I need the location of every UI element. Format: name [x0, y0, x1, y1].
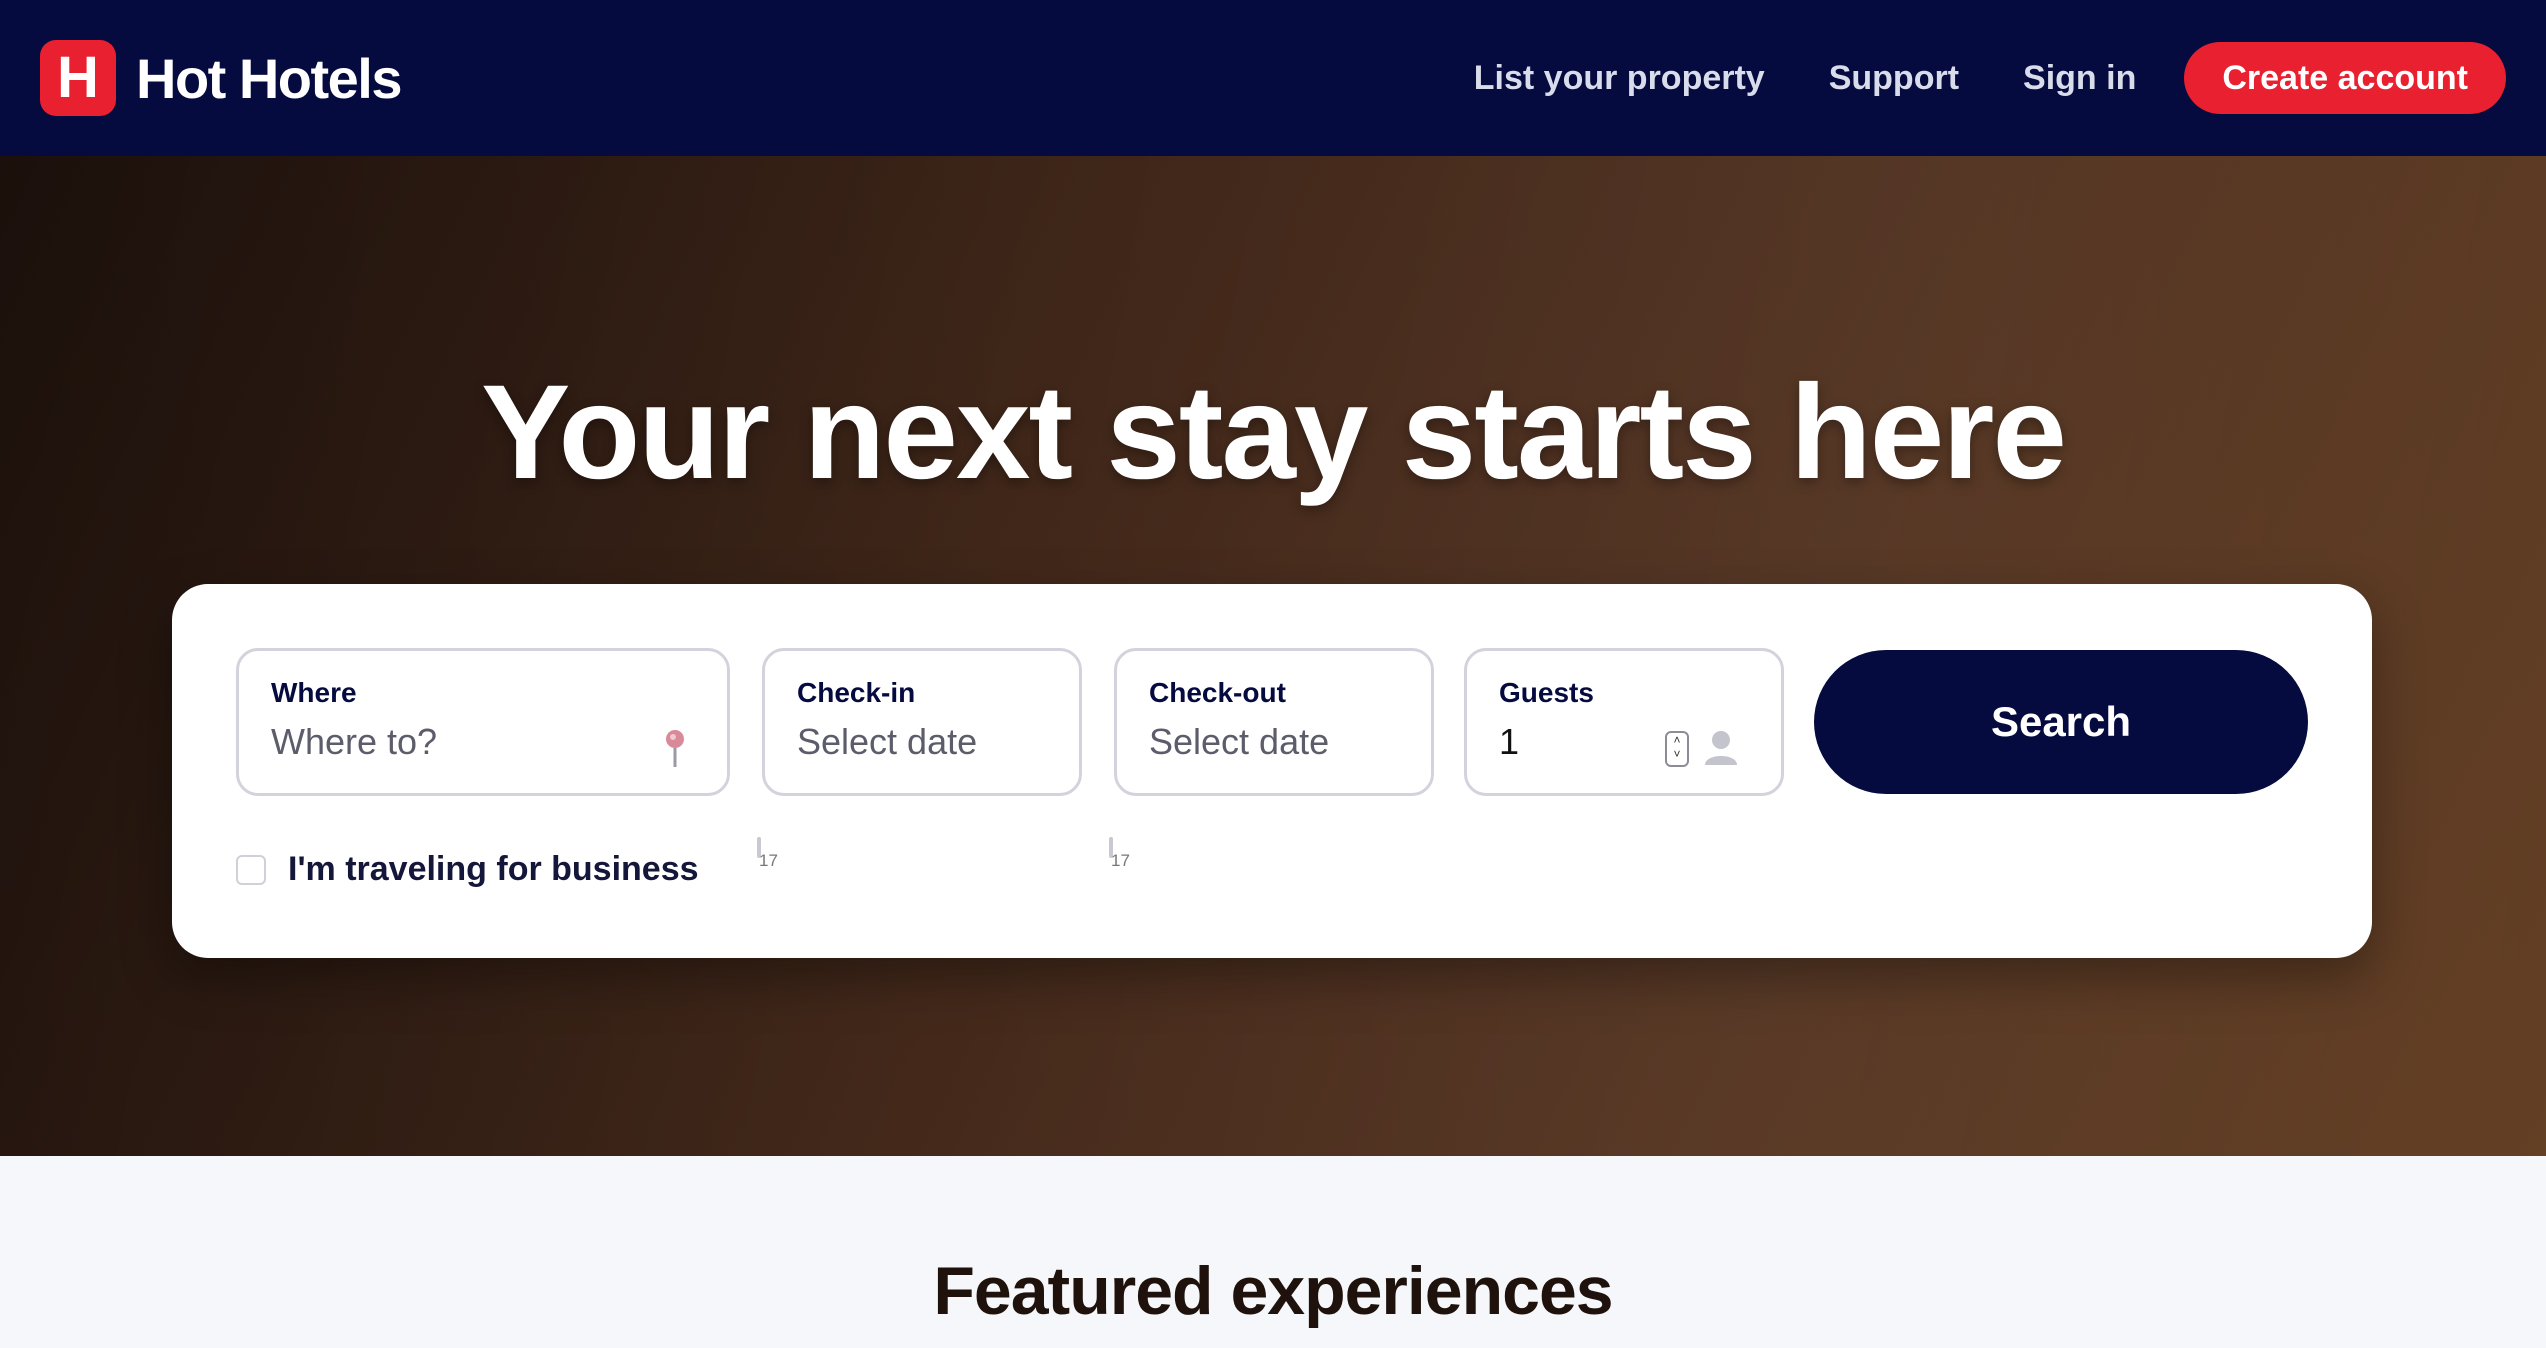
where-label: Where — [271, 677, 357, 708]
logo-letter: H — [57, 45, 99, 110]
business-travel-option[interactable]: I'm traveling for business — [236, 850, 699, 889]
featured-section: Featured experiences — [0, 1156, 2546, 1348]
where-field[interactable]: Where Where to? — [236, 648, 730, 796]
calendar-icon[interactable]: 17 — [1109, 837, 1130, 870]
guests-field[interactable]: Guests 1 ˄ ˅ — [1464, 648, 1784, 796]
checkout-label: Check-out — [1149, 677, 1286, 708]
nav-link-sign-in[interactable]: Sign in — [2023, 59, 2136, 98]
checkin-field[interactable]: Check-in Select date 17 — [757, 648, 1082, 870]
brand[interactable]: H Hot Hotels — [40, 40, 403, 116]
checkin-input[interactable]: Select date — [797, 721, 1047, 763]
guests-stepper-icon[interactable]: ˄ ˅ — [1665, 731, 1689, 767]
checkout-field[interactable]: Check-out Select date 17 — [1109, 648, 1434, 870]
person-icon — [1701, 727, 1741, 772]
checkout-input[interactable]: Select date — [1149, 721, 1399, 763]
hotel-logo-icon: H — [40, 40, 116, 116]
hero-section: Your next stay starts here Where Where t… — [0, 156, 2546, 1156]
nav-link-list-property[interactable]: List your property — [1474, 59, 1765, 98]
guests-label: Guests — [1499, 677, 1594, 708]
search-button[interactable]: Search — [1814, 650, 2308, 794]
featured-title: Featured experiences — [933, 1253, 1613, 1329]
nav-links: List your property Support Sign in Creat… — [1410, 42, 2506, 114]
business-checkbox[interactable] — [236, 854, 266, 885]
hero-title: Your next stay starts here — [481, 358, 2067, 507]
checkin-label: Check-in — [797, 677, 916, 708]
map-pin-icon — [663, 729, 687, 774]
search-card: Where Where to? Check-in Select date 17 … — [172, 584, 2372, 958]
create-account-button[interactable]: Create account — [2184, 42, 2506, 114]
business-checkbox-label[interactable]: I'm traveling for business — [288, 850, 699, 889]
where-input[interactable]: Where to? — [271, 721, 695, 763]
top-navbar: H Hot Hotels List your property Support … — [0, 0, 2546, 156]
brand-name: Hot Hotels — [136, 46, 403, 110]
nav-link-support[interactable]: Support — [1829, 59, 1959, 98]
calendar-icon[interactable]: 17 — [757, 837, 778, 870]
